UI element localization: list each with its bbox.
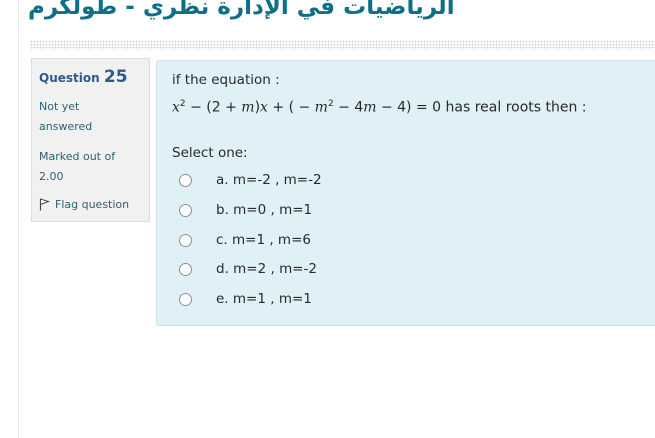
answer-option-c[interactable]: c. m=1 , m=6 (179, 232, 311, 248)
eq-part-e: − 4) = 0 (376, 99, 442, 116)
radio-d[interactable] (179, 262, 192, 276)
flag-question-link[interactable]: Flag question (39, 198, 129, 211)
flag-question-label: Flag question (55, 198, 130, 211)
question-info-panel: Question 25 Not yet answered Marked out … (31, 58, 150, 222)
eq-part-c: + ( − (267, 99, 315, 116)
eq-var-m1: m (241, 99, 255, 116)
question-formulation: if the equation : x2 − (2 + m)x + ( − m2… (156, 60, 655, 326)
answer-label-a: a. m=-2 , m=-2 (216, 172, 322, 188)
title-divider (30, 40, 655, 50)
question-label: Question (39, 71, 100, 85)
answer-label-c: c. m=1 , m=6 (216, 232, 311, 248)
eq-var-x: x (172, 99, 180, 116)
eq-part-a: − (2 + (185, 99, 242, 116)
answer-option-e[interactable]: e. m=1 , m=1 (179, 291, 312, 307)
eq-var-m3: m (363, 99, 377, 116)
question-intro: if the equation : (172, 72, 280, 88)
question-number-heading: Question 25 (39, 67, 128, 87)
answer-label-e: e. m=1 , m=1 (216, 291, 312, 307)
radio-b[interactable] (179, 203, 192, 217)
radio-e[interactable] (179, 292, 192, 306)
course-title: الرياضيات في الإدارة نظري - طولكرم (28, 0, 455, 20)
answer-label-b: b. m=0 , m=1 (216, 202, 313, 218)
eq-part-d: − 4 (333, 99, 364, 116)
radio-a[interactable] (179, 173, 192, 187)
page-left-border (18, 0, 19, 438)
select-one-prompt: Select one: (172, 145, 248, 161)
question-state: Not yet answered (39, 97, 129, 137)
radio-c[interactable] (179, 233, 192, 247)
eq-var-x2: x (260, 99, 268, 116)
answer-option-a[interactable]: a. m=-2 , m=-2 (179, 172, 322, 188)
state-line-2: answered (39, 120, 93, 133)
eq-tail: has real roots then : (441, 99, 587, 116)
flag-icon (39, 198, 50, 211)
answer-option-b[interactable]: b. m=0 , m=1 (179, 202, 312, 218)
answer-option-d[interactable]: d. m=2 , m=-2 (179, 261, 317, 277)
question-equation: x2 − (2 + m)x + ( − m2 − 4m − 4) = 0 has… (172, 99, 587, 116)
state-line-1: Not yet (39, 100, 80, 113)
eq-var-m2: m (314, 99, 328, 116)
answer-label-d: d. m=2 , m=-2 (216, 261, 317, 277)
grade-line-2: 2.00 (39, 170, 64, 183)
question-number: 25 (103, 67, 128, 87)
grade-line-1: Marked out of (39, 150, 116, 163)
question-grade: Marked out of 2.00 (39, 147, 139, 187)
